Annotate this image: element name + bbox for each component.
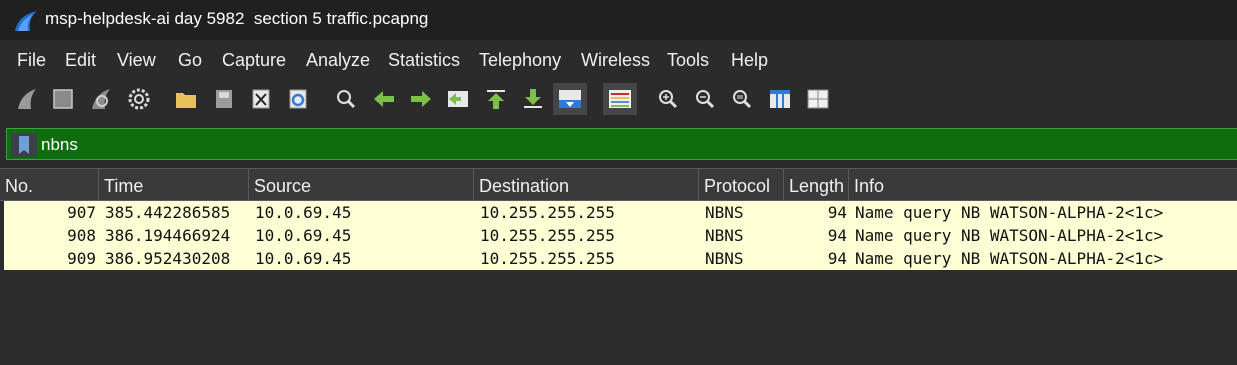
find-packet-icon[interactable] bbox=[331, 84, 361, 114]
cell-source: 10.0.69.45 bbox=[255, 226, 352, 245]
menu-help[interactable]: Help bbox=[731, 50, 768, 71]
title-bar: msp-helpdesk-ai day 5982 section 5 traff… bbox=[0, 0, 1237, 40]
menu-statistics[interactable]: Statistics bbox=[388, 50, 460, 71]
restart-capture-icon[interactable] bbox=[86, 84, 116, 114]
cell-no: 909 bbox=[67, 249, 96, 268]
go-back-arrow-icon[interactable] bbox=[369, 84, 399, 114]
column-header-length[interactable]: Length bbox=[784, 169, 849, 200]
cell-protocol: NBNS bbox=[705, 249, 744, 268]
menu-edit[interactable]: Edit bbox=[65, 50, 96, 71]
menu-analyze[interactable]: Analyze bbox=[306, 50, 370, 71]
menu-go[interactable]: Go bbox=[178, 50, 202, 71]
cell-protocol: NBNS bbox=[705, 203, 744, 222]
cell-destination: 10.255.255.255 bbox=[480, 226, 615, 245]
cell-destination: 10.255.255.255 bbox=[480, 249, 615, 268]
column-header-info[interactable]: Info bbox=[849, 169, 1237, 200]
menu-telephony[interactable]: Telephony bbox=[479, 50, 561, 71]
cell-protocol: NBNS bbox=[705, 226, 744, 245]
cell-length: 94 bbox=[827, 226, 847, 245]
column-header-no[interactable]: No. bbox=[0, 169, 99, 200]
cell-time: 386.952430208 bbox=[105, 249, 231, 268]
capture-options-gear-icon[interactable] bbox=[124, 84, 154, 114]
filter-bookmark-button[interactable] bbox=[11, 133, 37, 157]
main-toolbar bbox=[0, 82, 1237, 118]
save-file-icon[interactable] bbox=[209, 84, 239, 114]
cell-destination: 10.255.255.255 bbox=[480, 203, 615, 222]
go-last-packet-icon[interactable] bbox=[518, 84, 548, 114]
go-first-packet-icon[interactable] bbox=[481, 84, 511, 114]
colorize-icon[interactable] bbox=[603, 83, 637, 115]
cell-time: 386.194466924 bbox=[105, 226, 231, 245]
menu-tools[interactable]: Tools bbox=[667, 50, 709, 71]
cell-time: 385.442286585 bbox=[105, 203, 231, 222]
columns-icon[interactable] bbox=[803, 84, 833, 114]
display-filter-bar[interactable]: nbns bbox=[6, 128, 1237, 160]
cell-length: 94 bbox=[827, 249, 847, 268]
reload-file-icon[interactable] bbox=[283, 84, 313, 114]
table-row[interactable]: 909 386.952430208 10.0.69.45 10.255.255.… bbox=[4, 247, 1237, 270]
zoom-out-icon[interactable] bbox=[690, 84, 720, 114]
column-header-destination[interactable]: Destination bbox=[474, 169, 699, 200]
column-header-protocol[interactable]: Protocol bbox=[699, 169, 784, 200]
column-header-source[interactable]: Source bbox=[249, 169, 474, 200]
menu-capture[interactable]: Capture bbox=[222, 50, 286, 71]
menu-file[interactable]: File bbox=[17, 50, 46, 71]
close-file-icon[interactable] bbox=[246, 84, 276, 114]
packet-list: No. Time Source Destination Protocol Len… bbox=[0, 168, 1237, 365]
cell-no: 907 bbox=[67, 203, 96, 222]
cell-info: Name query NB WATSON-ALPHA-2<1c> bbox=[855, 226, 1164, 245]
packet-list-header: No. Time Source Destination Protocol Len… bbox=[0, 168, 1237, 201]
table-row[interactable]: 907 385.442286585 10.0.69.45 10.255.255.… bbox=[4, 201, 1237, 224]
menu-wireless[interactable]: Wireless bbox=[581, 50, 650, 71]
window-title: msp-helpdesk-ai day 5982 section 5 traff… bbox=[45, 9, 429, 28]
bookmark-icon bbox=[19, 136, 29, 154]
resize-columns-icon[interactable] bbox=[765, 84, 795, 114]
table-row[interactable]: 908 386.194466924 10.0.69.45 10.255.255.… bbox=[4, 224, 1237, 247]
cell-info: Name query NB WATSON-ALPHA-2<1c> bbox=[855, 249, 1164, 268]
menu-view[interactable]: View bbox=[117, 50, 156, 71]
shark-fin-start-icon[interactable] bbox=[12, 84, 42, 114]
menu-bar: File Edit View Go Capture Analyze Statis… bbox=[0, 44, 1237, 78]
wireshark-logo-icon bbox=[15, 11, 37, 31]
go-to-packet-icon[interactable] bbox=[443, 84, 473, 114]
zoom-in-icon[interactable] bbox=[653, 84, 683, 114]
normal-size-icon[interactable] bbox=[727, 84, 757, 114]
cell-info: Name query NB WATSON-ALPHA-2<1c> bbox=[855, 203, 1164, 222]
stop-square-icon[interactable] bbox=[48, 84, 78, 114]
autoscroll-icon[interactable] bbox=[553, 83, 587, 115]
go-forward-arrow-icon[interactable] bbox=[406, 84, 436, 114]
packet-rows: 907 385.442286585 10.0.69.45 10.255.255.… bbox=[4, 201, 1237, 270]
cell-source: 10.0.69.45 bbox=[255, 249, 352, 268]
column-header-time[interactable]: Time bbox=[99, 169, 249, 200]
cell-length: 94 bbox=[827, 203, 847, 222]
cell-no: 908 bbox=[67, 226, 96, 245]
display-filter-input[interactable]: nbns bbox=[41, 135, 78, 155]
open-folder-icon[interactable] bbox=[171, 84, 201, 114]
cell-source: 10.0.69.45 bbox=[255, 203, 352, 222]
